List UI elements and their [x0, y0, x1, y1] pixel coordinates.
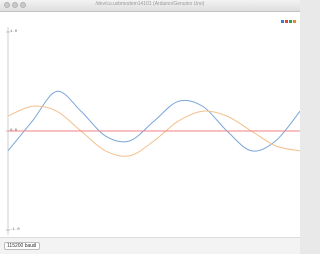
legend-swatch: [289, 20, 292, 23]
title-bar: /dev/cu.usbmodem14101 (Arduino/Genuino U…: [0, 0, 300, 12]
legend-swatch: [285, 20, 288, 23]
series-legend: [281, 20, 296, 23]
baud-rate-value: 115200 baud: [7, 243, 36, 249]
chevron-updown-icon: ⇳: [32, 243, 37, 249]
y-tick-label: -1.0: [10, 228, 20, 232]
serial-plotter-window: /dev/cu.usbmodem14101 (Arduino/Genuino U…: [0, 0, 300, 254]
legend-swatch: [281, 20, 284, 23]
plot-chart: [6, 27, 300, 235]
bottom-toolbar: 115200 baud ⇳: [0, 237, 300, 254]
legend-swatch: [293, 20, 296, 23]
plot-area: 1.0 0.0 -1.0: [0, 12, 300, 237]
window-title: /dev/cu.usbmodem14101 (Arduino/Genuino U…: [95, 1, 205, 7]
y-tick-label: 1.0: [10, 30, 18, 34]
baud-rate-select[interactable]: 115200 baud ⇳: [4, 242, 40, 250]
series-line-0: [7, 90, 300, 152]
y-tick-label: 0.0: [10, 129, 18, 133]
